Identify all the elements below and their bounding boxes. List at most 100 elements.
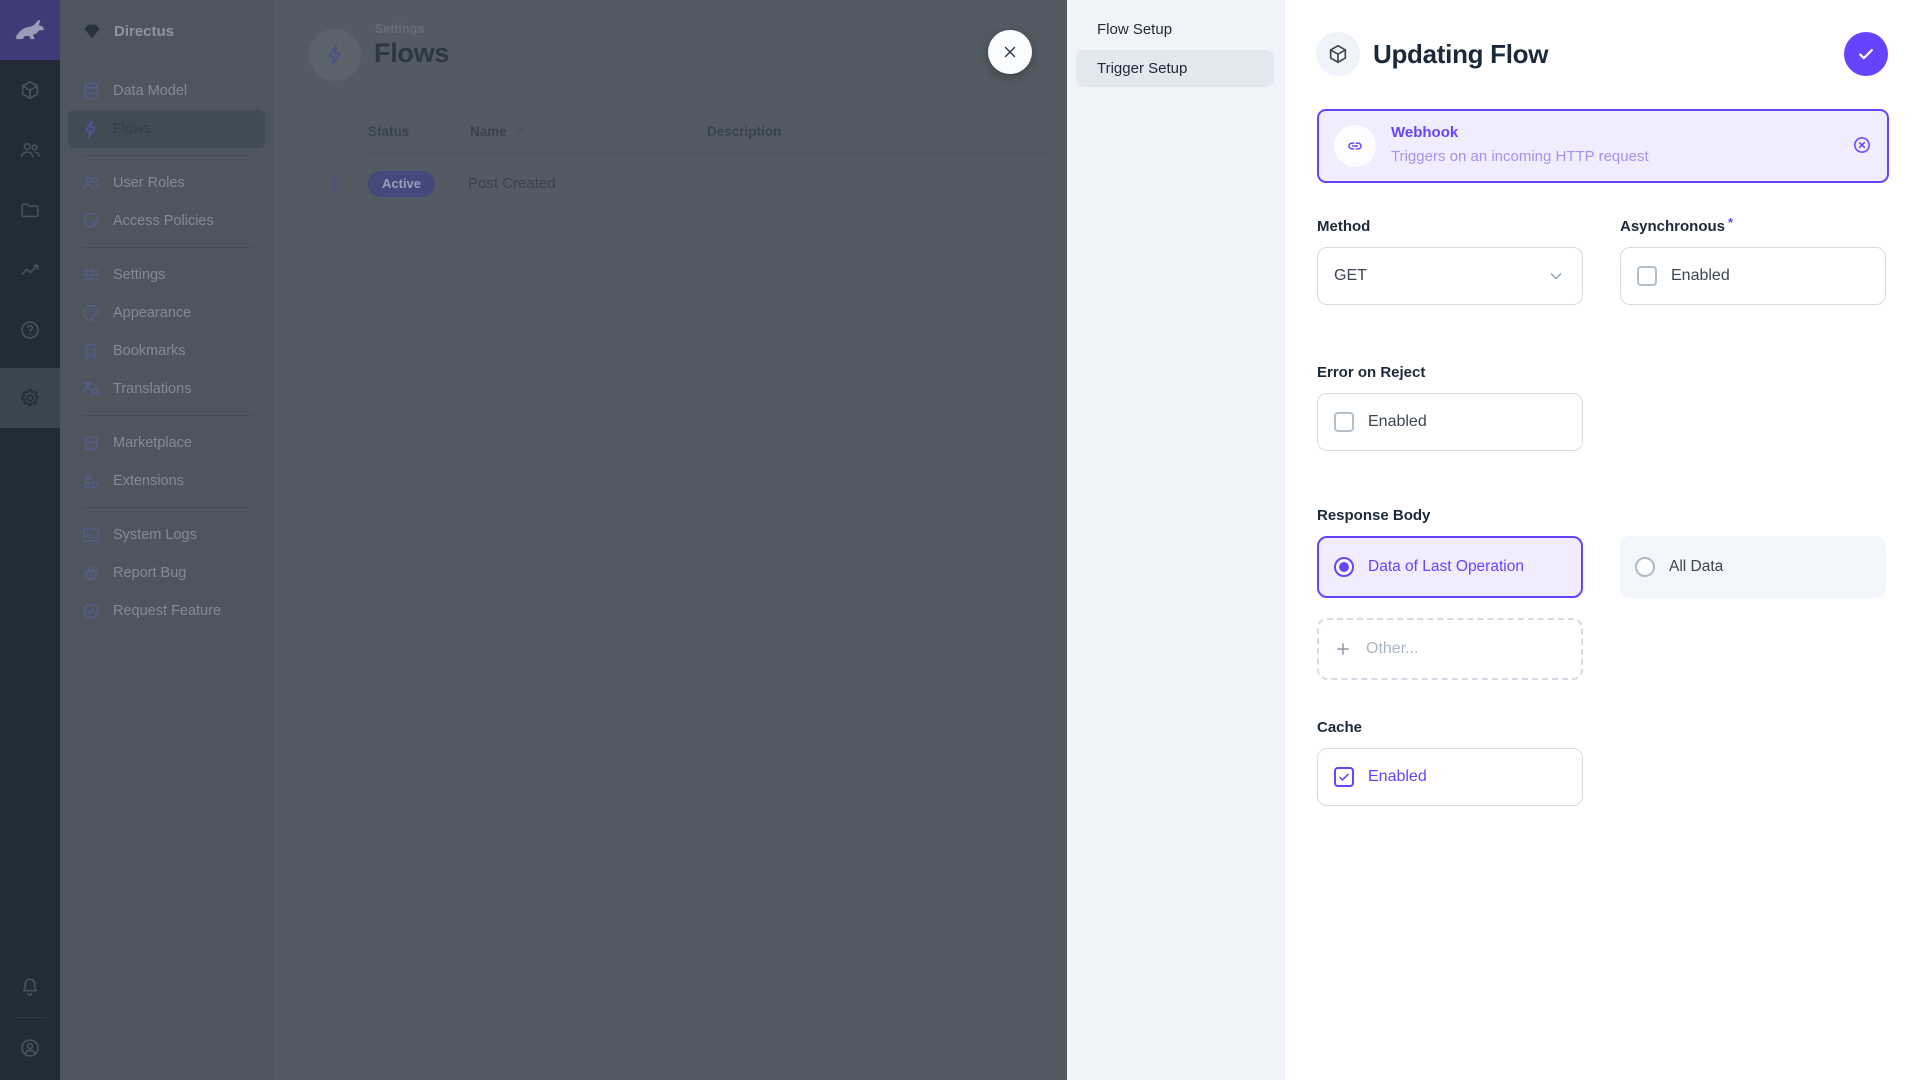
method-label: Method xyxy=(1317,218,1583,236)
trigger-type-subtitle: Triggers on an incoming HTTP request xyxy=(1391,148,1649,165)
close-icon xyxy=(1001,43,1019,61)
sort-icon xyxy=(514,125,528,139)
help-module-icon xyxy=(19,319,41,341)
sidebar-item-access-policies[interactable]: Access Policies xyxy=(68,202,265,240)
breadcrumb[interactable]: Settings xyxy=(375,22,424,36)
cache-label: Cache xyxy=(1317,719,1583,737)
translate-icon xyxy=(81,379,101,399)
response-option-all-data[interactable]: All Data xyxy=(1620,536,1886,598)
flow-row-icon xyxy=(325,174,345,194)
sliders-icon xyxy=(81,265,101,285)
drawer-nav-flow-setup[interactable]: Flow Setup xyxy=(1076,11,1274,48)
sidebar-item-system-logs[interactable]: System Logs xyxy=(68,516,265,554)
bolt-icon xyxy=(81,119,101,139)
check-icon xyxy=(1856,44,1876,64)
error-on-reject-checkbox-label: Enabled xyxy=(1368,413,1427,431)
remove-trigger-icon[interactable] xyxy=(1852,135,1872,155)
sidebar-item-data-model[interactable]: Data Model xyxy=(68,72,265,110)
sidebar-item-bookmarks[interactable]: Bookmarks xyxy=(68,332,265,370)
sidebar-item-appearance[interactable]: Appearance xyxy=(68,294,265,332)
module-settings[interactable] xyxy=(0,368,60,428)
chevron-down-icon xyxy=(1546,266,1566,286)
directus-rabbit-icon xyxy=(12,12,48,48)
sidebar-item-settings[interactable]: Settings xyxy=(68,256,265,294)
trigger-type-title: Webhook xyxy=(1391,124,1458,141)
page-title-icon-circle xyxy=(309,29,361,81)
project-header[interactable]: Directus xyxy=(60,0,273,62)
error-on-reject-checkbox[interactable] xyxy=(1334,412,1354,432)
response-option-other[interactable]: Other... xyxy=(1317,618,1583,680)
drawer-main: Updating Flow Webhook Triggers on an inc… xyxy=(1285,0,1920,1080)
sidebar-item-flows[interactable]: Flows xyxy=(68,110,265,148)
page-title: Flows xyxy=(374,38,449,69)
extensions-icon xyxy=(81,471,101,491)
method-value: GET xyxy=(1334,267,1367,285)
module-files[interactable] xyxy=(0,180,60,240)
error-on-reject-field: Error on Reject Enabled xyxy=(1317,364,1583,451)
user-avatar-icon xyxy=(19,1037,41,1059)
radio-selected-icon xyxy=(1334,557,1354,577)
drawer-nav-trigger-setup[interactable]: Trigger Setup xyxy=(1076,50,1274,87)
directus-app: Directus Data Model Flows User Roles Acc… xyxy=(0,0,1920,1080)
bookmark-icon xyxy=(81,341,101,361)
cache-checkbox-row[interactable]: Enabled xyxy=(1317,748,1583,806)
sidebar-item-report-bug[interactable]: Report Bug xyxy=(68,554,265,592)
close-drawer-button[interactable] xyxy=(988,30,1032,74)
database-icon xyxy=(81,81,101,101)
module-docs[interactable] xyxy=(0,300,60,360)
terminal-icon xyxy=(81,525,101,545)
project-name: Directus xyxy=(114,23,174,40)
required-mark: * xyxy=(1728,215,1733,233)
column-header-name[interactable]: Name xyxy=(470,124,528,139)
avatar-button[interactable] xyxy=(0,1018,60,1078)
drawer-section-nav: Flow Setup Trigger Setup xyxy=(1067,0,1285,1080)
bug-icon xyxy=(81,563,101,583)
shield-icon xyxy=(81,211,101,231)
error-on-reject-label: Error on Reject xyxy=(1317,364,1583,382)
flows-page: Settings Flows Status Name Description A… xyxy=(273,0,1067,1080)
drawer-title: Updating Flow xyxy=(1373,39,1548,70)
storefront-icon xyxy=(81,433,101,453)
bell-icon xyxy=(19,976,41,998)
trigger-type-card[interactable]: Webhook Triggers on an incoming HTTP req… xyxy=(1317,109,1889,183)
column-header-description[interactable]: Description xyxy=(707,124,781,139)
nav-divider xyxy=(81,507,252,508)
nav-divider xyxy=(81,415,252,416)
cache-checkbox[interactable] xyxy=(1334,767,1354,787)
cache-field: Cache Enabled xyxy=(1317,719,1583,806)
sidebar-item-translations[interactable]: Translations xyxy=(68,370,265,408)
directus-logo-button[interactable] xyxy=(0,0,60,60)
sidebar-item-request-feature[interactable]: Request Feature xyxy=(68,592,265,630)
notifications-button[interactable] xyxy=(0,957,60,1017)
nav-list: Data Model Flows User Roles Access Polic… xyxy=(60,62,273,630)
bolt-icon xyxy=(323,43,347,67)
gear-icon xyxy=(19,387,41,409)
asynchronous-checkbox[interactable] xyxy=(1637,266,1657,286)
sidebar-item-user-roles[interactable]: User Roles xyxy=(68,164,265,202)
status-badge: Active xyxy=(368,171,435,197)
save-button[interactable] xyxy=(1844,32,1888,76)
error-on-reject-checkbox-row[interactable]: Enabled xyxy=(1317,393,1583,451)
sidebar-item-extensions[interactable]: Extensions xyxy=(68,462,265,500)
flow-name: Post Created xyxy=(468,175,556,192)
asynchronous-checkbox-row[interactable]: Enabled xyxy=(1620,247,1886,305)
sidebar-item-marketplace[interactable]: Marketplace xyxy=(68,424,265,462)
module-content[interactable] xyxy=(0,60,60,120)
palette-icon xyxy=(81,303,101,323)
module-bar xyxy=(0,0,60,1080)
module-insights[interactable] xyxy=(0,240,60,300)
project-gem-icon xyxy=(82,21,102,41)
webhook-icon-circle xyxy=(1334,125,1376,167)
response-body-label: Response Body xyxy=(1317,507,1583,525)
radio-unselected-icon xyxy=(1635,557,1655,577)
method-dropdown[interactable]: GET xyxy=(1317,247,1583,305)
nav-divider xyxy=(81,155,252,156)
asynchronous-checkbox-label: Enabled xyxy=(1671,267,1730,285)
plus-icon xyxy=(1334,640,1352,658)
table-header-divider xyxy=(368,153,1048,154)
users-module-icon xyxy=(19,139,41,161)
column-header-status[interactable]: Status xyxy=(368,124,409,139)
response-option-data-of-last-operation[interactable]: Data of Last Operation xyxy=(1317,536,1583,598)
settings-navigation: Directus Data Model Flows User Roles Acc… xyxy=(60,0,273,1080)
module-users[interactable] xyxy=(0,120,60,180)
